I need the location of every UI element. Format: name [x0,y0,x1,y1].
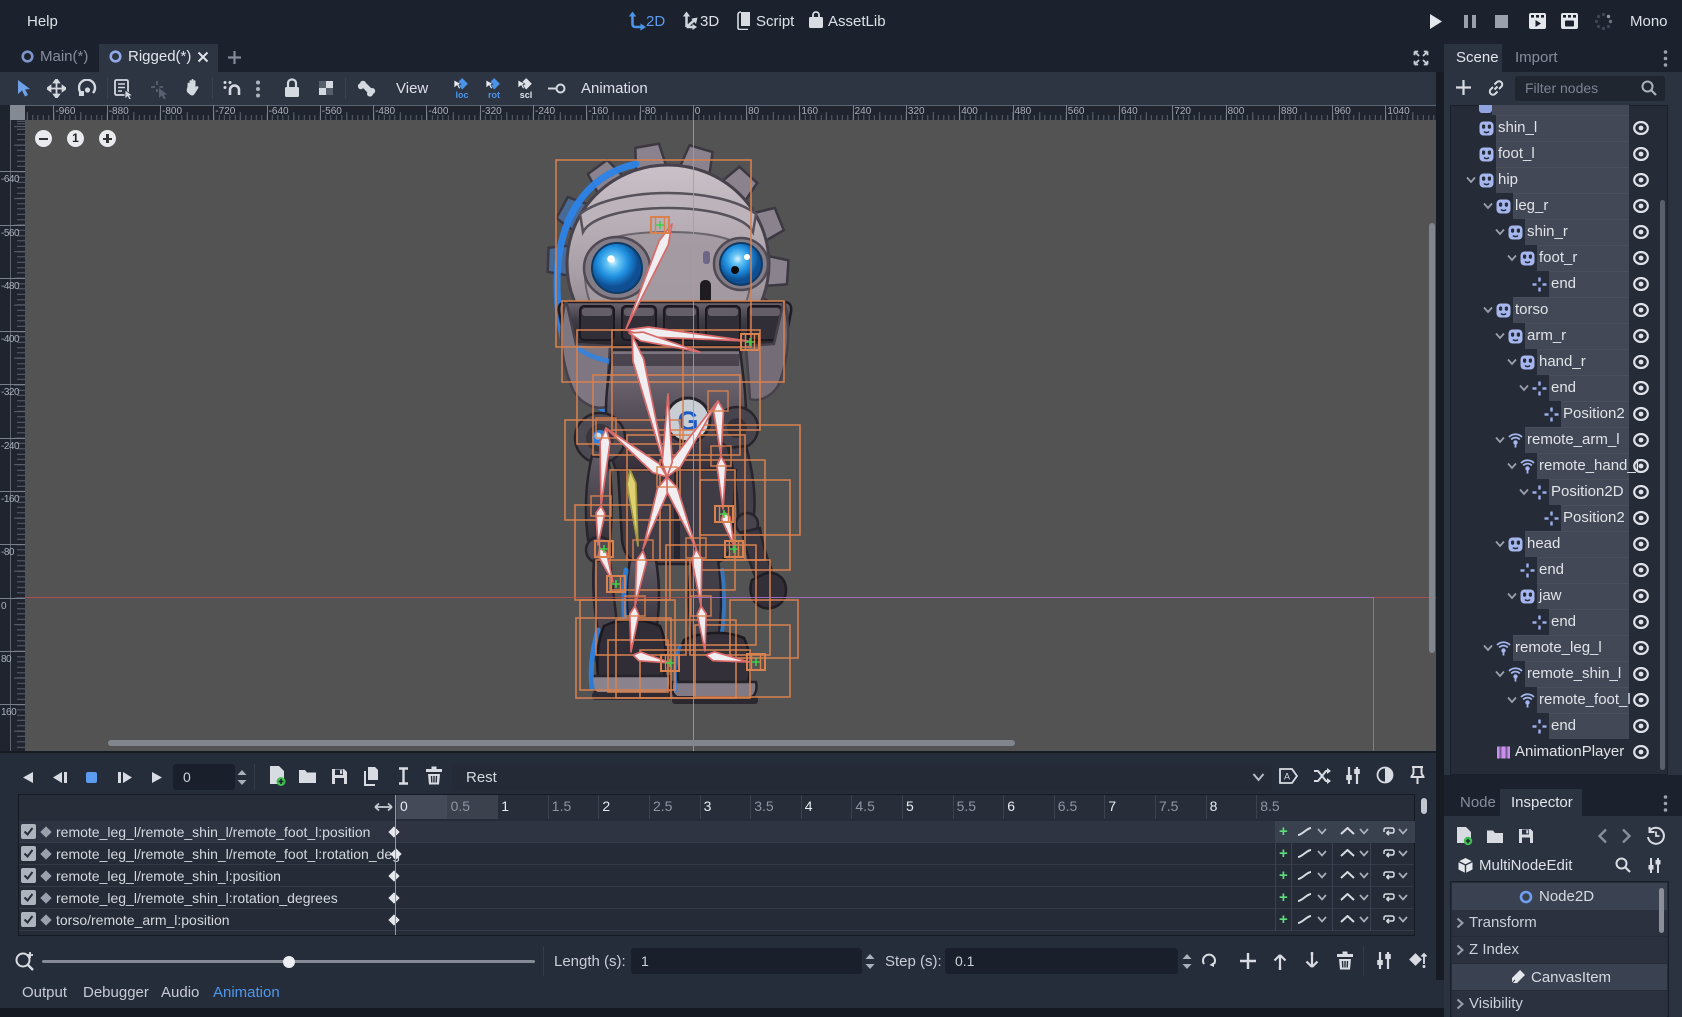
svg-text:scl: scl [520,90,533,99]
svg-text:rot: rot [488,90,500,99]
svg-text:loc: loc [455,90,468,99]
svg-text:A: A [1284,772,1290,782]
